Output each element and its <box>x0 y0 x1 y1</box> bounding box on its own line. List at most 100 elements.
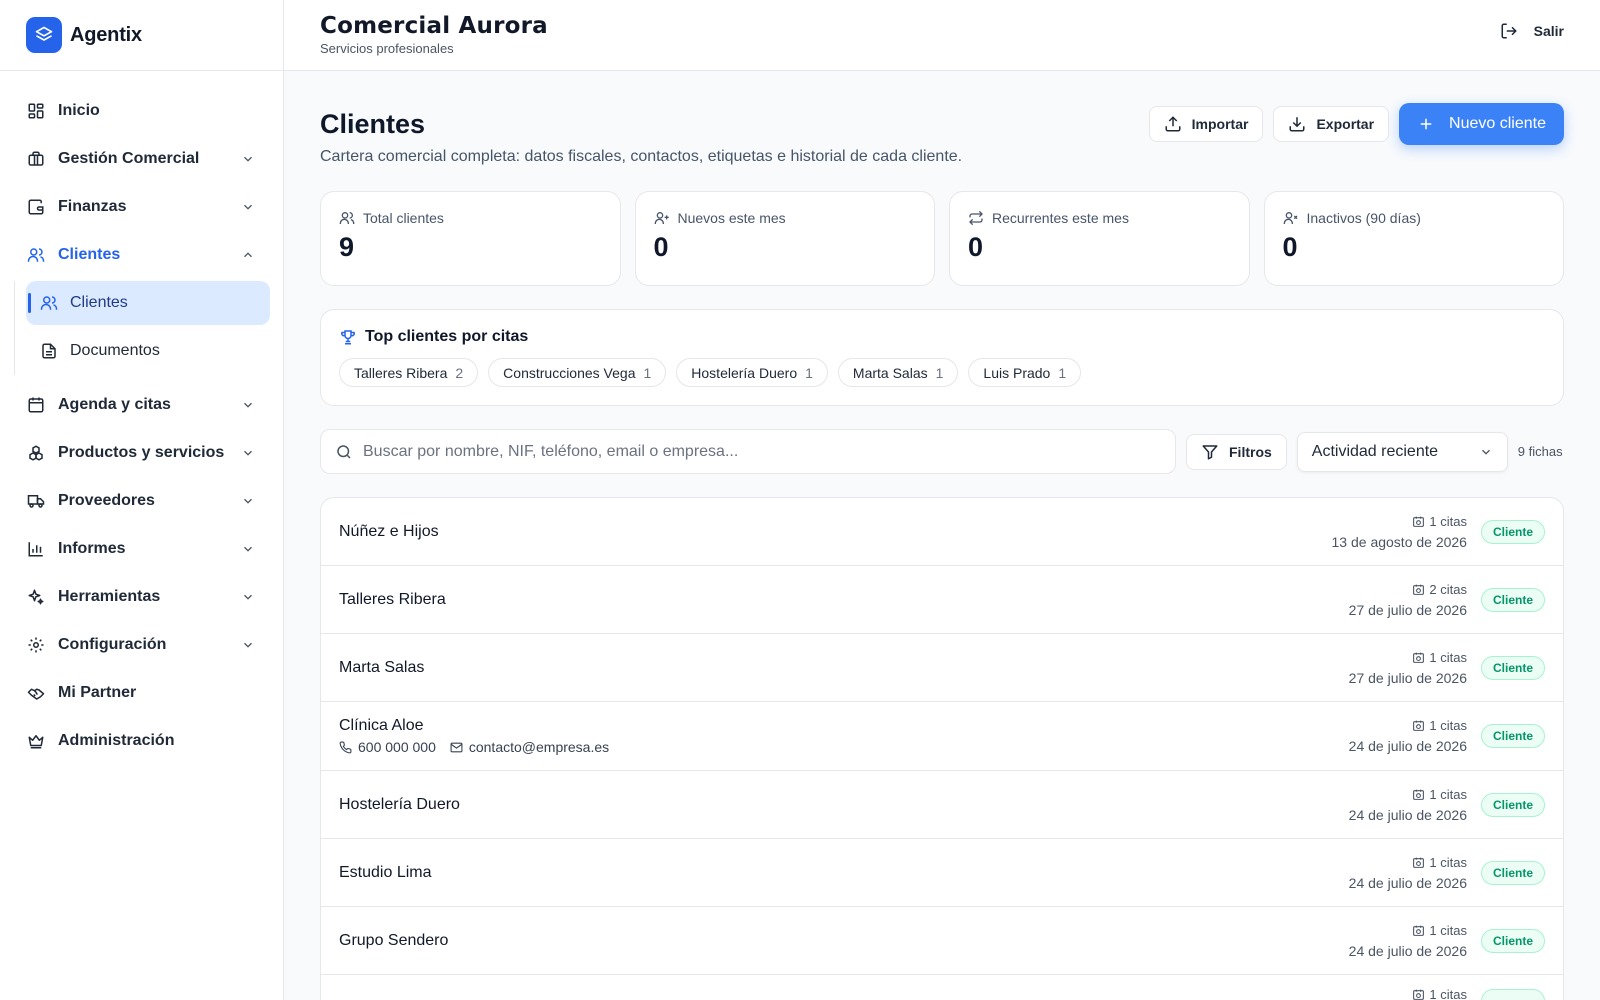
new-client-button[interactable]: Nuevo cliente <box>1399 103 1564 145</box>
crown-icon <box>26 731 46 751</box>
chip-name: Construcciones Vega <box>503 364 636 381</box>
top-client-chip[interactable]: Construcciones Vega 1 <box>488 358 667 387</box>
repeat-icon <box>969 210 983 226</box>
client-row[interactable]: Hostelería Duero 1 citas 24 de julio de … <box>321 771 1563 839</box>
wallet-icon <box>26 197 46 217</box>
document-icon <box>40 342 58 360</box>
sidebar-item-finanzas[interactable]: Finanzas <box>0 183 283 231</box>
list-toolbar: Filtros Actividad reciente 9 fichas <box>320 429 1564 474</box>
stat-value: 0 <box>968 232 984 262</box>
chip-name: Talleres Ribera <box>354 364 448 381</box>
chevron-down-icon <box>244 546 252 552</box>
chevron-up-icon <box>244 252 252 258</box>
export-label: Exportar <box>1316 116 1375 132</box>
client-name: Talleres Ribera <box>339 590 446 608</box>
top-client-chip[interactable]: Luis Prado 1 <box>968 358 1082 387</box>
client-phone: 600 000 000 <box>358 739 436 755</box>
sidebar-item-label: Clientes <box>58 246 121 263</box>
sparkles-icon <box>26 587 46 607</box>
chevron-down-icon <box>244 156 252 162</box>
filters-label: Filtros <box>1229 443 1272 460</box>
sidebar-item-mi-partner[interactable]: Mi Partner <box>0 669 283 717</box>
status-badge: Cliente <box>1480 928 1545 953</box>
stat-label: Nuevos este mes <box>677 210 786 226</box>
client-row[interactable]: Grupo Sendero 1 citas 24 de julio de 202… <box>321 907 1563 975</box>
sidebar-item-label: Informes <box>58 540 126 557</box>
client-appointments: 1 citas <box>1429 649 1467 665</box>
sidebar-item-label: Mi Partner <box>58 684 137 701</box>
filters-button[interactable]: Filtros <box>1186 433 1287 470</box>
client-name: Grupo Sendero <box>339 931 449 949</box>
sidebar: Agentix Inicio Gestión Comercial Finanza… <box>0 0 284 1000</box>
sidebar-subitem-label: Clientes <box>70 294 128 311</box>
top-client-chip[interactable]: Talleres Ribera 2 <box>339 358 479 387</box>
sidebar-item-label: Inicio <box>58 102 100 119</box>
export-button[interactable]: Exportar <box>1273 106 1390 142</box>
status-badge: Cliente <box>1480 724 1545 748</box>
status-badge <box>1481 989 1545 1000</box>
status-badge: Cliente <box>1480 860 1545 885</box>
logout-button[interactable]: Salir <box>1500 22 1564 40</box>
chevron-down-icon <box>244 594 252 600</box>
logout-icon <box>1501 23 1517 39</box>
sidebar-item-label: Herramientas <box>58 588 161 605</box>
import-button[interactable]: Importar <box>1148 106 1264 142</box>
bar-chart-icon <box>26 539 46 559</box>
filter-icon <box>1202 444 1218 459</box>
client-row[interactable]: Núñez e Hijos 1 citas 13 de agosto de 20… <box>321 498 1563 566</box>
logout-label: Salir <box>1533 23 1564 39</box>
sidebar-item-label: Gestión Comercial <box>58 150 200 167</box>
sidebar-item-label: Administración <box>58 732 175 749</box>
records-count: 9 fichas <box>1517 444 1563 459</box>
client-appointments: 1 citas <box>1429 854 1467 870</box>
sidebar-item-clientes[interactable]: Clientes <box>0 231 283 279</box>
user-x-icon <box>1283 212 1297 224</box>
sidebar-subitem-clientes[interactable]: Clientes <box>26 281 270 325</box>
gear-icon <box>26 635 46 655</box>
sidebar-item-inicio[interactable]: Inicio <box>0 87 283 135</box>
client-appointments: 1 citas <box>1429 786 1467 802</box>
company-subtitle: Servicios profesionales <box>320 41 454 56</box>
sidebar-subitem-documentos[interactable]: Documentos <box>26 329 270 373</box>
client-row[interactable]: Talleres Ribera 2 citas 27 de julio de 2… <box>321 566 1563 634</box>
client-row[interactable]: Estudio Lima 1 citas 24 de julio de 2026… <box>321 839 1563 907</box>
page-title: Clientes <box>320 109 426 139</box>
client-name: Núñez e Hijos <box>339 522 439 540</box>
sidebar-item-configuracion[interactable]: Configuración <box>0 621 283 669</box>
chevron-down-icon <box>244 642 252 648</box>
sort-select[interactable]: Actividad reciente <box>1296 431 1508 472</box>
page-description: Cartera comercial completa: datos fiscal… <box>320 148 963 165</box>
download-icon <box>1289 117 1305 132</box>
top-client-chip[interactable]: Hostelería Duero 1 <box>676 358 828 387</box>
client-date: 24 de julio de 2026 <box>1348 738 1467 754</box>
chip-count: 1 <box>643 364 652 381</box>
sidebar-item-agenda[interactable]: Agenda y citas <box>0 381 283 429</box>
chevron-down-icon <box>244 498 252 504</box>
search-input[interactable] <box>363 442 1175 461</box>
client-appointments: 1 citas <box>1429 718 1467 733</box>
calendar-clock-icon <box>1413 516 1425 527</box>
top-clients-title: Top clientes por citas <box>365 328 529 345</box>
chip-name: Luis Prado <box>983 364 1051 381</box>
sidebar-item-productos[interactable]: Productos y servicios <box>0 429 283 477</box>
sidebar-item-administracion[interactable]: Administración <box>0 717 283 765</box>
client-row[interactable]: Clínica Aloe 600 000 000 contacto@empres… <box>321 702 1563 771</box>
calendar-clock-icon <box>1413 720 1425 731</box>
plus-icon <box>1420 118 1432 130</box>
handshake-icon <box>26 683 46 703</box>
sidebar-item-gestion-comercial[interactable]: Gestión Comercial <box>0 135 283 183</box>
search-icon <box>337 444 351 459</box>
chip-count: 1 <box>935 364 944 381</box>
brand[interactable]: Agentix <box>0 0 283 71</box>
sidebar-item-proveedores[interactable]: Proveedores <box>0 477 283 525</box>
client-row[interactable]: Marta Salas 1 citas 27 de julio de 2026 … <box>321 634 1563 702</box>
sidebar-item-informes[interactable]: Informes <box>0 525 283 573</box>
client-date: 24 de julio de 2026 <box>1348 874 1467 891</box>
stat-label: Inactivos (90 días) <box>1306 210 1421 226</box>
sidebar-item-herramientas[interactable]: Herramientas <box>0 573 283 621</box>
top-client-chip[interactable]: Marta Salas 1 <box>837 358 959 387</box>
client-appointments: 1 citas <box>1429 987 1467 1000</box>
sort-selected: Actividad reciente <box>1311 442 1439 460</box>
stat-card-total: Total clientes 9 <box>320 191 621 286</box>
client-row[interactable]: 1 citas <box>321 975 1563 1000</box>
